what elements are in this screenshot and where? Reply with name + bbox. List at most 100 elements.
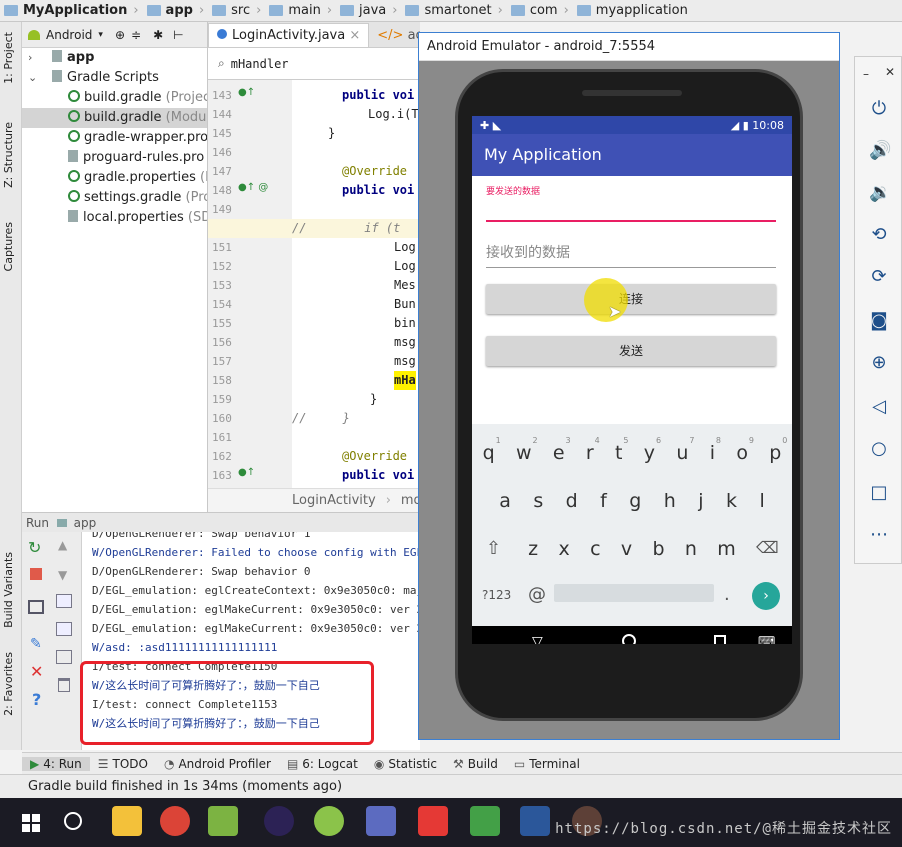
- tool-window-0[interactable]: ▶ 4: Run: [22, 756, 90, 771]
- side-tab[interactable]: Captures: [2, 222, 15, 271]
- breadcrumb-item[interactable]: main ›: [265, 3, 336, 18]
- tool-window-3[interactable]: ▤ 6: Logcat: [279, 757, 366, 771]
- overview-icon[interactable]: □: [869, 483, 889, 503]
- tab-activity[interactable]: </> activi: [369, 25, 420, 47]
- close-icon[interactable]: ×: [349, 28, 360, 43]
- code-area[interactable]: public voi Log.i(T} @Override public voi // …: [292, 80, 420, 488]
- key-k[interactable]: k: [726, 490, 737, 512]
- key-z[interactable]: z: [528, 538, 538, 560]
- key-d[interactable]: d: [566, 490, 578, 512]
- breadcrumb-item[interactable]: com ›: [507, 3, 573, 18]
- tree-item[interactable]: proguard-rules.pro (: [22, 148, 207, 168]
- tree-item[interactable]: ⌄ Gradle Scripts: [22, 68, 207, 88]
- hide-icon[interactable]: ⊢: [173, 28, 183, 42]
- key-x[interactable]: x: [559, 538, 570, 560]
- key-j[interactable]: j: [698, 490, 703, 512]
- app-green-icon[interactable]: [314, 806, 344, 836]
- close-icon[interactable]: ✕: [30, 662, 43, 681]
- backspace-key-icon[interactable]: ⌫: [756, 538, 779, 557]
- chevron-down-icon[interactable]: ▾: [98, 30, 103, 40]
- scroll-icon[interactable]: [56, 622, 72, 636]
- pin-icon[interactable]: ✎: [30, 636, 42, 652]
- send-input[interactable]: [486, 202, 776, 222]
- rotate-right-icon[interactable]: ⟳: [869, 267, 889, 287]
- breadcrumb-item[interactable]: smartonet ›: [401, 3, 506, 18]
- space-key[interactable]: [554, 584, 714, 602]
- key-w[interactable]: w2: [516, 436, 538, 464]
- side-tab[interactable]: Z: Structure: [2, 122, 15, 188]
- go-key-icon[interactable]: ›: [752, 582, 780, 610]
- key-f[interactable]: f: [600, 490, 607, 512]
- eclipse-icon[interactable]: [264, 806, 294, 836]
- recents-icon[interactable]: [714, 635, 726, 644]
- key-p[interactable]: p0: [769, 436, 787, 464]
- search-input[interactable]: mHandler: [231, 57, 289, 71]
- chevron-down-icon[interactable]: ⌄: [28, 68, 37, 88]
- rerun-icon[interactable]: ↻: [28, 538, 41, 557]
- task-view-icon[interactable]: [64, 812, 82, 830]
- back-icon[interactable]: ◁: [869, 397, 889, 417]
- tree-item[interactable]: build.gradle (Modul: [22, 108, 207, 128]
- wrap-icon[interactable]: [56, 594, 72, 608]
- tool-window-2[interactable]: ◔ Android Profiler: [156, 757, 279, 771]
- layout-icon[interactable]: [28, 600, 44, 614]
- breadcrumb-class[interactable]: LoginActivity: [292, 493, 376, 508]
- key-r[interactable]: r4: [586, 436, 600, 464]
- gear-icon[interactable]: ✱: [153, 28, 163, 42]
- symbols-key[interactable]: ?123: [482, 588, 511, 602]
- key-g[interactable]: g: [629, 490, 641, 512]
- key-o[interactable]: o9: [736, 436, 754, 464]
- camera-icon[interactable]: ◙: [869, 311, 889, 331]
- side-tab[interactable]: 1: Project: [2, 32, 15, 84]
- key-q[interactable]: q1: [483, 436, 501, 464]
- trash-icon[interactable]: [58, 678, 70, 692]
- key-n[interactable]: n: [685, 538, 697, 560]
- power-icon[interactable]: ⏻: [869, 99, 889, 119]
- side-tab[interactable]: 2: Favorites: [2, 652, 15, 716]
- key-l[interactable]: l: [759, 490, 764, 512]
- notes-icon[interactable]: [470, 806, 500, 836]
- home-icon[interactable]: [622, 634, 636, 644]
- dolphin-icon[interactable]: [366, 806, 396, 836]
- receive-input[interactable]: 接收到的数据: [486, 238, 776, 268]
- connect-button[interactable]: 连接: [486, 284, 776, 314]
- key-e[interactable]: e3: [553, 436, 571, 464]
- at-key[interactable]: @: [528, 584, 546, 605]
- tool-window-1[interactable]: ☰ TODO: [90, 757, 156, 771]
- key-v[interactable]: v: [621, 538, 632, 560]
- file-explorer-icon[interactable]: [112, 806, 142, 836]
- send-button[interactable]: 发送: [486, 336, 776, 366]
- key-a[interactable]: a: [499, 490, 511, 512]
- chrome-icon[interactable]: [160, 806, 190, 836]
- home-icon[interactable]: ○: [869, 439, 889, 459]
- key-i[interactable]: i8: [710, 436, 721, 464]
- print-icon[interactable]: [56, 650, 72, 664]
- tree-item[interactable]: gradle-wrapper.prop: [22, 128, 207, 148]
- project-view-selector[interactable]: Android: [46, 28, 92, 42]
- zoom-icon[interactable]: ⊕: [869, 353, 889, 373]
- key-m[interactable]: m: [717, 538, 736, 560]
- breadcrumb-item[interactable]: MyApplication ›: [0, 3, 143, 18]
- windows-start-icon[interactable]: [22, 814, 40, 832]
- breadcrumb-item[interactable]: src ›: [208, 3, 265, 18]
- key-h[interactable]: h: [664, 490, 676, 512]
- key-b[interactable]: b: [652, 538, 664, 560]
- tab-loginactivity[interactable]: LoginActivity.java ×: [208, 23, 370, 47]
- chevron-right-icon[interactable]: ›: [28, 48, 32, 68]
- key-u[interactable]: u7: [676, 436, 694, 464]
- side-tab[interactable]: Build Variants: [2, 552, 15, 628]
- help-icon[interactable]: ?: [32, 690, 41, 709]
- key-s[interactable]: s: [533, 490, 543, 512]
- key-t[interactable]: t5: [615, 436, 628, 464]
- shift-key-icon[interactable]: ⇧: [486, 538, 501, 559]
- tree-item[interactable]: build.gradle (Project: [22, 88, 207, 108]
- tool-window-5[interactable]: ⚒ Build: [445, 757, 506, 771]
- word-icon[interactable]: [520, 806, 550, 836]
- target-icon[interactable]: ⊕: [115, 28, 125, 42]
- override-marker-icon[interactable]: ●↑ @: [238, 182, 268, 193]
- tree-item[interactable]: settings.gradle (Proj: [22, 188, 207, 208]
- stop-icon[interactable]: [30, 568, 42, 580]
- key-y[interactable]: y6: [644, 436, 661, 464]
- key-c[interactable]: c: [590, 538, 600, 560]
- up-arrow-icon[interactable]: ▲: [58, 538, 67, 552]
